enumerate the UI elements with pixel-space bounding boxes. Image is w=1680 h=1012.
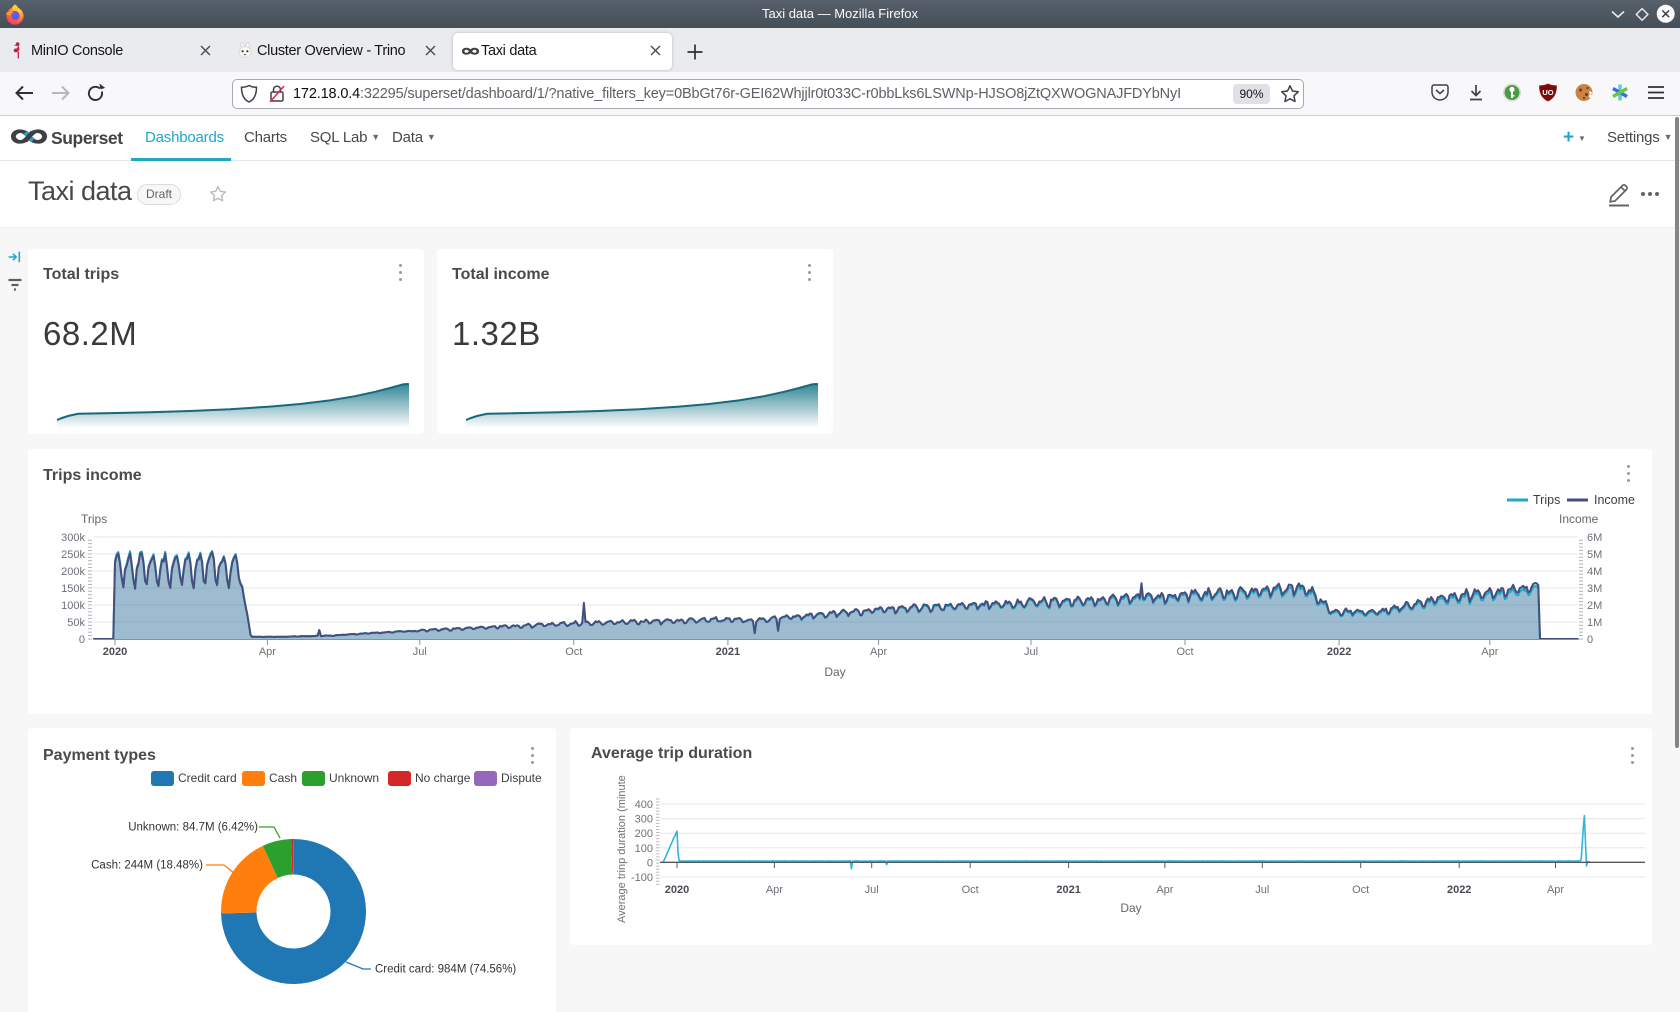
svg-text:2021: 2021 bbox=[716, 646, 740, 658]
svg-text:200: 200 bbox=[635, 828, 653, 840]
svg-text:2021: 2021 bbox=[1056, 884, 1080, 896]
svg-text:Oct: Oct bbox=[1352, 884, 1369, 896]
svg-text:2022: 2022 bbox=[1327, 646, 1351, 658]
svg-text:Average trinp duration (minute: Average trinp duration (minute bbox=[616, 775, 628, 923]
svg-text:Oct: Oct bbox=[565, 646, 582, 658]
svg-text:50k: 50k bbox=[67, 617, 85, 629]
svg-text:Day: Day bbox=[824, 665, 845, 679]
svg-text:0: 0 bbox=[647, 857, 653, 869]
svg-text:Credit card: 984M (74.56%): Credit card: 984M (74.56%) bbox=[375, 964, 516, 976]
svg-text:4M: 4M bbox=[1587, 566, 1602, 578]
svg-text:Apr: Apr bbox=[1156, 884, 1173, 896]
svg-text:2020: 2020 bbox=[665, 884, 689, 896]
svg-text:UO: UO bbox=[1542, 88, 1553, 97]
svg-text:150k: 150k bbox=[61, 583, 85, 595]
svg-text:3M: 3M bbox=[1587, 583, 1602, 595]
svg-text:400: 400 bbox=[635, 799, 653, 811]
svg-text:Oct: Oct bbox=[1176, 646, 1193, 658]
svg-text:0: 0 bbox=[79, 634, 85, 646]
svg-text:300k: 300k bbox=[61, 532, 85, 544]
svg-text:100: 100 bbox=[635, 843, 653, 855]
svg-text:Trips: Trips bbox=[1533, 493, 1560, 507]
svg-text:Unknown: 84.7M (6.42%): Unknown: 84.7M (6.42%) bbox=[128, 822, 258, 834]
svg-text:-100: -100 bbox=[631, 872, 653, 884]
svg-text:Trips: Trips bbox=[81, 512, 107, 526]
svg-text:Cash: 244M (18.48%): Cash: 244M (18.48%) bbox=[91, 860, 203, 872]
svg-text:0: 0 bbox=[1587, 634, 1593, 646]
svg-text:200k: 200k bbox=[61, 566, 85, 578]
svg-text:250k: 250k bbox=[61, 549, 85, 561]
svg-text:Oct: Oct bbox=[962, 884, 979, 896]
svg-text:2020: 2020 bbox=[103, 646, 127, 658]
svg-text:2022: 2022 bbox=[1447, 884, 1471, 896]
svg-text:Apr: Apr bbox=[766, 884, 783, 896]
svg-text:Day: Day bbox=[1120, 901, 1141, 915]
svg-text:Jul: Jul bbox=[865, 884, 879, 896]
svg-text:6M: 6M bbox=[1587, 532, 1602, 544]
svg-text:Income: Income bbox=[1559, 512, 1599, 526]
svg-text:Apr: Apr bbox=[259, 646, 276, 658]
svg-text:100k: 100k bbox=[61, 600, 85, 612]
svg-text:Jul: Jul bbox=[1024, 646, 1038, 658]
svg-text:Jul: Jul bbox=[1255, 884, 1269, 896]
svg-text:300: 300 bbox=[635, 814, 653, 826]
svg-text:Apr: Apr bbox=[1547, 884, 1564, 896]
svg-text:5M: 5M bbox=[1587, 549, 1602, 561]
svg-text:Income: Income bbox=[1594, 493, 1635, 507]
svg-text:2M: 2M bbox=[1587, 600, 1602, 612]
svg-text:Apr: Apr bbox=[870, 646, 887, 658]
svg-text:Apr: Apr bbox=[1481, 646, 1498, 658]
svg-text:1M: 1M bbox=[1587, 617, 1602, 629]
svg-text:Jul: Jul bbox=[413, 646, 427, 658]
